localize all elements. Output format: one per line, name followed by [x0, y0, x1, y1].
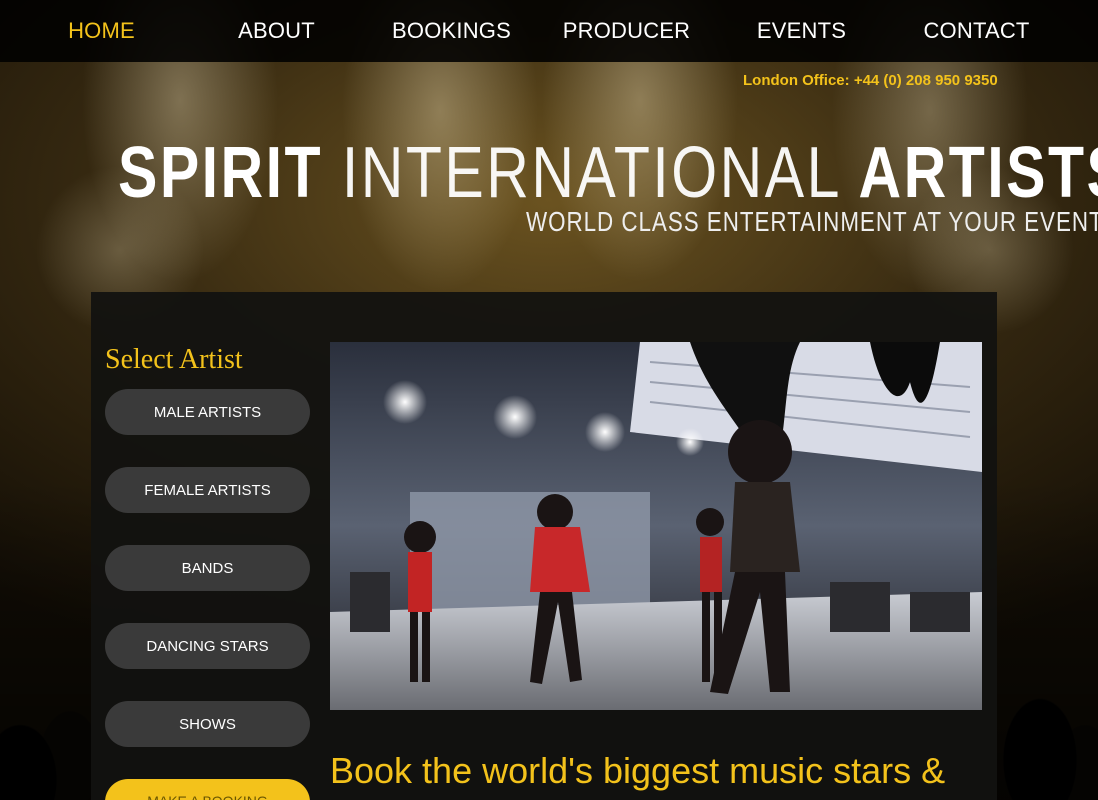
bands-button[interactable]: BANDS [105, 545, 310, 591]
dancing-stars-button[interactable]: DANCING STARS [105, 623, 310, 669]
sidebar-title: Select Artist [105, 344, 243, 375]
performance-video[interactable] [330, 342, 982, 710]
logo-word-spirit: SPIRIT [118, 133, 342, 213]
logo-word-international: INTERNATIONAL [341, 133, 859, 213]
shows-button[interactable]: SHOWS [105, 701, 310, 747]
logo-word-artists: ARTISTS [858, 133, 1098, 213]
nav-contact[interactable]: CONTACT [889, 18, 1064, 44]
nav-bookings[interactable]: BOOKINGS [364, 18, 539, 44]
site-tagline: WORLD CLASS ENTERTAINMENT AT YOUR EVENT [526, 206, 1098, 237]
nav-about[interactable]: ABOUT [189, 18, 364, 44]
female-artists-button[interactable]: FEMALE ARTISTS [105, 467, 310, 513]
make-booking-button[interactable]: MAKE A BOOKING [105, 779, 310, 800]
main-nav: HOME ABOUT BOOKINGS PRODUCER EVENTS CONT… [0, 0, 1098, 62]
office-phone: London Office: +44 (0) 208 950 9350 [743, 72, 998, 89]
performance-still-image [330, 342, 982, 710]
nav-producer[interactable]: PRODUCER [539, 18, 714, 44]
nav-events[interactable]: EVENTS [714, 18, 889, 44]
main-headline: Book the world's biggest music stars & [330, 750, 946, 791]
site-logo-title: SPIRIT INTERNATIONAL ARTISTS [118, 132, 1098, 214]
male-artists-button[interactable]: MALE ARTISTS [105, 389, 310, 435]
nav-home[interactable]: HOME [14, 18, 189, 44]
